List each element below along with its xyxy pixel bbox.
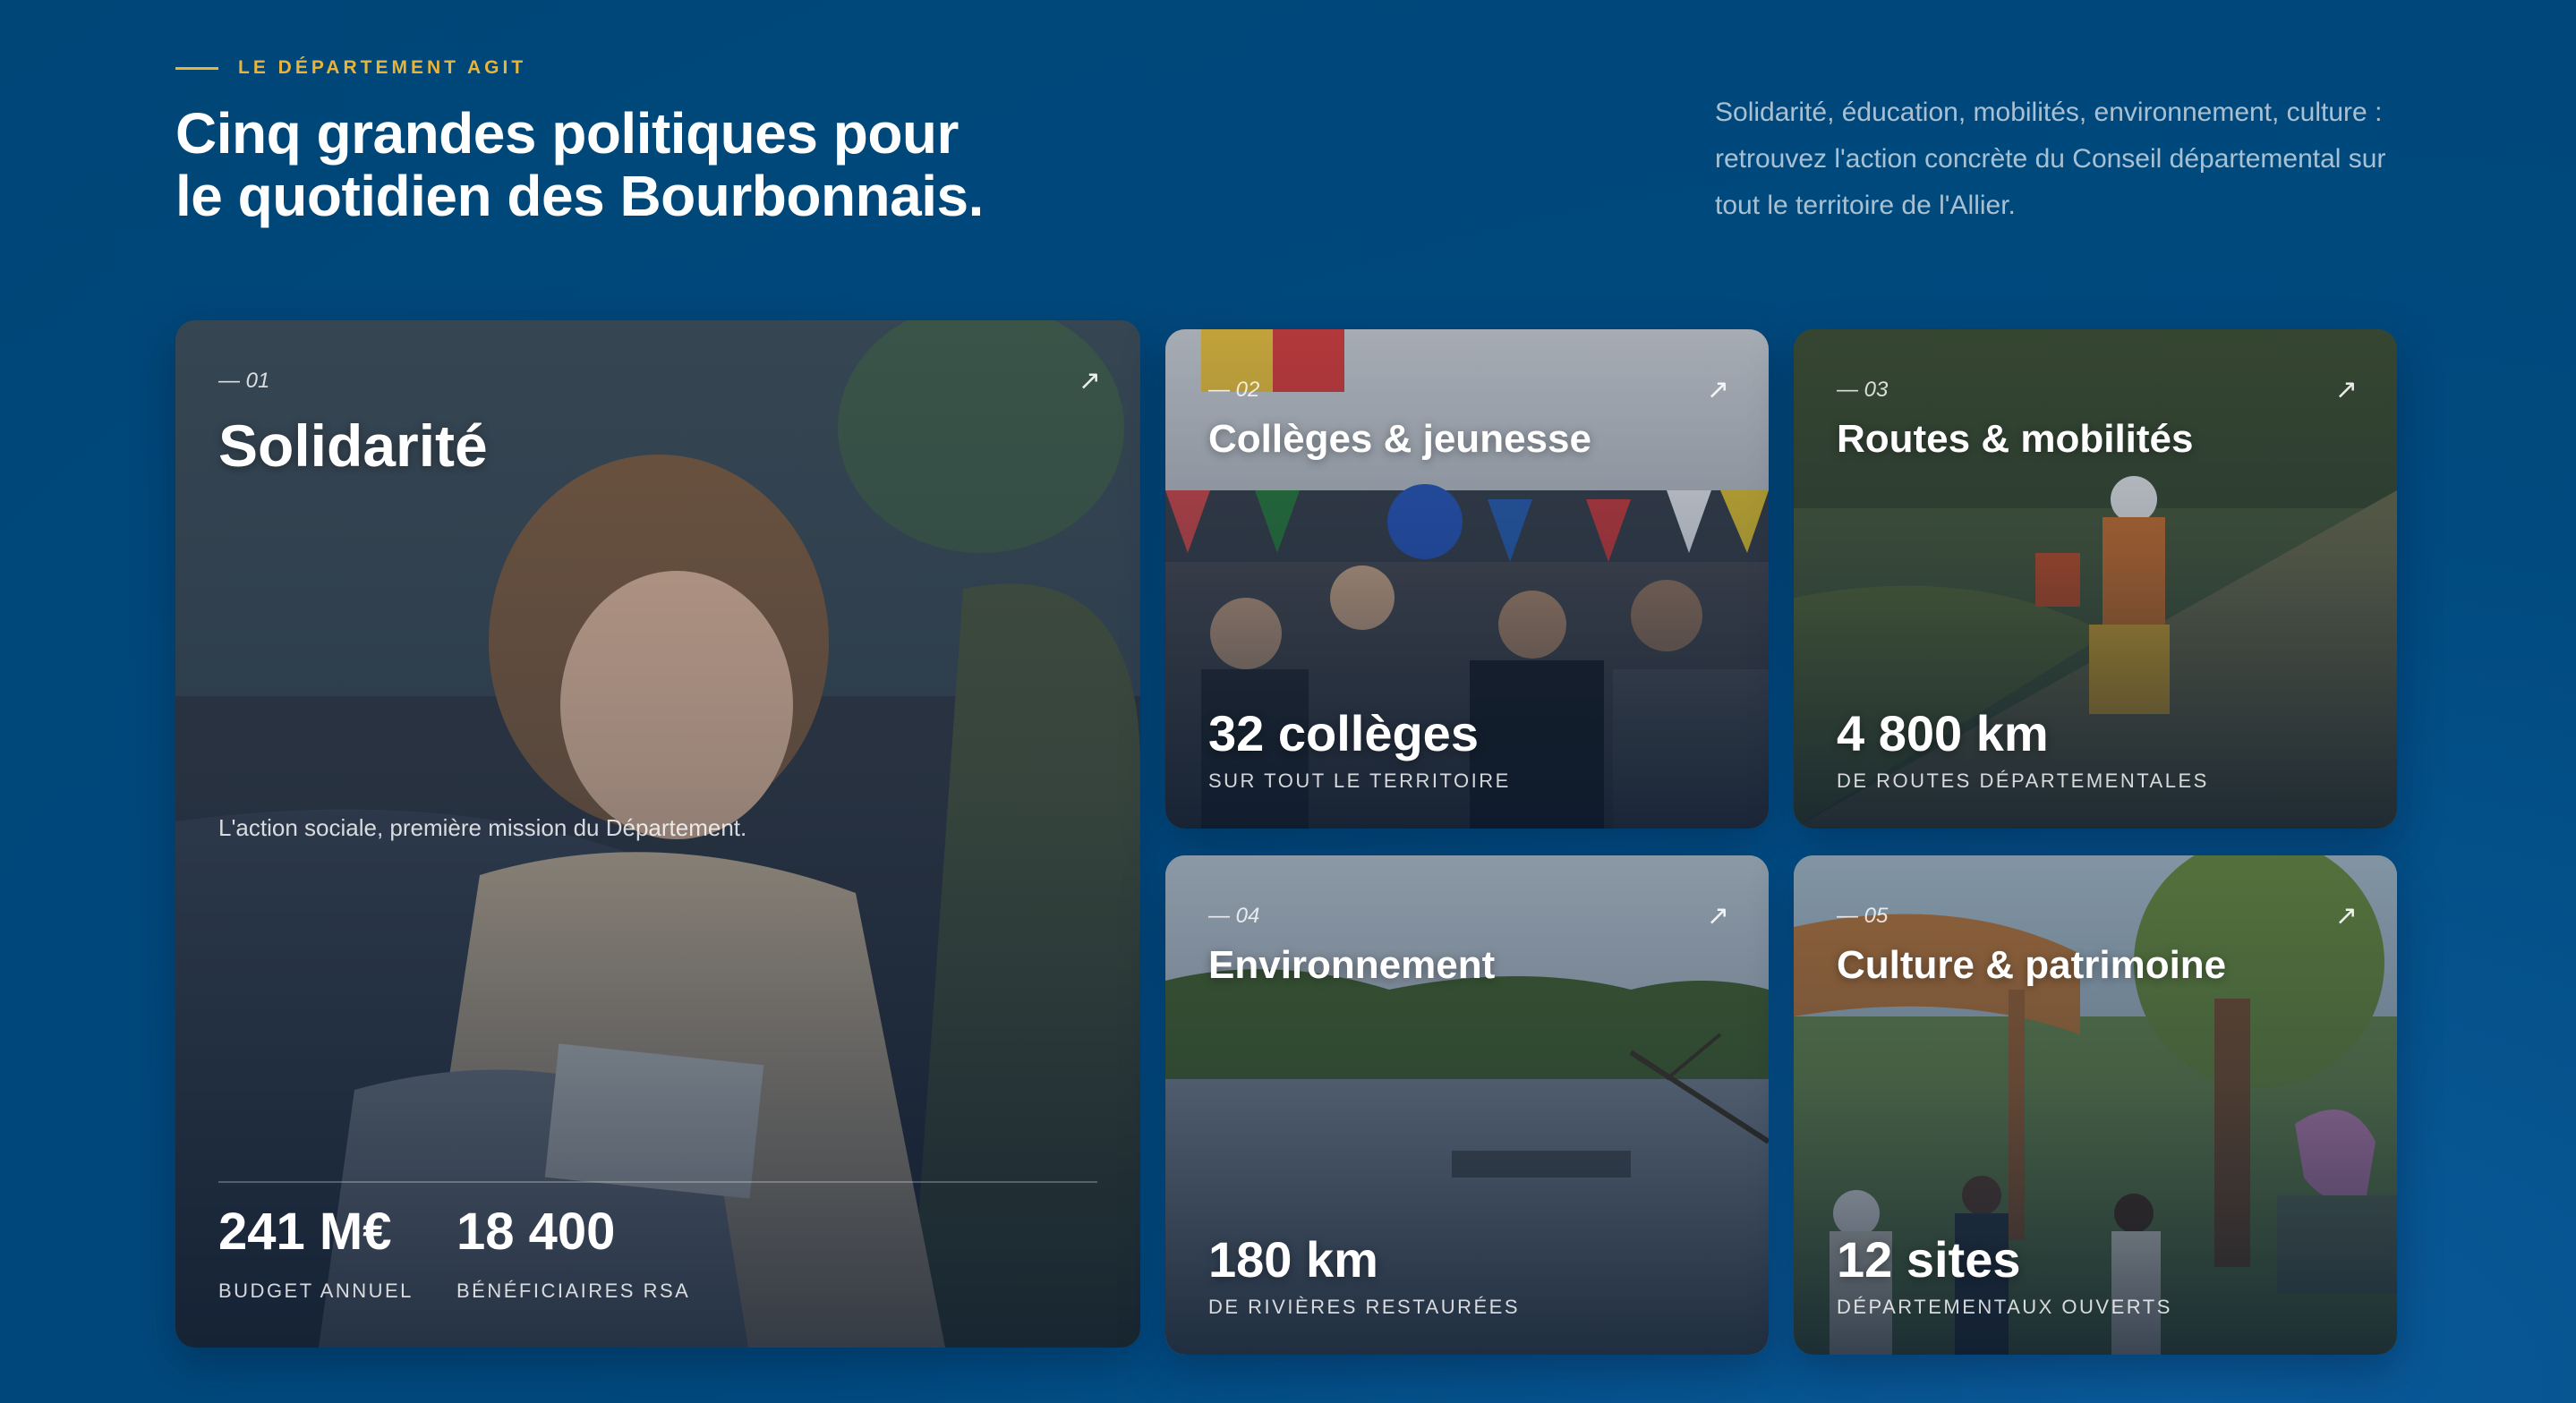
card-colleges[interactable]: — 02 ↗ Collèges & jeunesse 32 collèges S… (1165, 329, 1769, 829)
title-line-2: le quotidien des Bourbonnais. (175, 164, 984, 228)
eyebrow-dash (175, 66, 218, 70)
arrow-up-right-icon[interactable]: ↗ (2335, 900, 2358, 931)
stat-label: DE ROUTES DÉPARTEMENTALES (1837, 770, 2209, 792)
stat-value: 4 800 km (1837, 705, 2049, 761)
card-number: — 02 (1208, 378, 1260, 402)
arrow-up-right-icon[interactable]: ↗ (1707, 374, 1729, 405)
card-title: Environnement (1208, 943, 1496, 987)
card-title: Collèges & jeunesse (1208, 417, 1591, 461)
stat-label: DÉPARTEMENTAUX OUVERTS (1837, 1296, 2172, 1318)
card-number: — 05 (1837, 904, 1889, 928)
card-routes[interactable]: — 03 ↗ Routes & mobilités 4 800 km DE RO… (1794, 329, 2397, 829)
stat-budget: 241 M€ BUDGET ANNUEL (218, 1202, 414, 1303)
card-title: Culture & patrimoine (1837, 943, 2227, 987)
page-title: Cinq grandes politiques pour le quotidie… (175, 102, 1070, 227)
eyebrow-label: LE DÉPARTEMENT AGIT (238, 57, 527, 78)
card-solidarite[interactable]: — 01 ↗ Solidarité L'action sociale, prem… (175, 320, 1140, 1348)
card-culture[interactable]: — 05 ↗ Culture & patrimoine 12 sites DÉP… (1794, 855, 2397, 1355)
arrow-up-right-icon[interactable]: ↗ (1079, 365, 1101, 396)
card-number: — 03 (1837, 378, 1889, 402)
stat-label: BUDGET ANNUEL (218, 1280, 414, 1302)
stat-value: 32 collèges (1208, 705, 1479, 761)
divider (218, 1181, 1097, 1183)
title-line-1: Cinq grandes politiques pour (175, 101, 959, 166)
card-title: Solidarité (218, 412, 488, 479)
arrow-up-right-icon[interactable]: ↗ (2335, 374, 2358, 405)
stat-value: 12 sites (1837, 1231, 2021, 1288)
card-environnement[interactable]: — 04 ↗ Environnement 180 km DE RIVIÈRES … (1165, 855, 1769, 1355)
arrow-up-right-icon[interactable]: ↗ (1707, 900, 1729, 931)
stat-label: SUR TOUT LE TERRITOIRE (1208, 770, 1511, 792)
stat-value: 18 400 (456, 1203, 616, 1261)
section-eyebrow: LE DÉPARTEMENT AGIT (175, 57, 526, 79)
card-subtitle: L'action sociale, première mission du Dé… (218, 814, 747, 841)
stat-value: 241 M€ (218, 1203, 392, 1261)
card-number: — 04 (1208, 904, 1260, 928)
stat-label: BÉNÉFICIAIRES RSA (456, 1280, 691, 1302)
card-number: — 01 (218, 369, 270, 393)
intro-text: Solidarité, éducation, mobilités, enviro… (1715, 98, 2386, 220)
stat-value: 180 km (1208, 1231, 1378, 1288)
stat-label: DE RIVIÈRES RESTAURÉES (1208, 1296, 1520, 1318)
card-title: Routes & mobilités (1837, 417, 2194, 461)
stat-beneficiaires: 18 400 BÉNÉFICIAIRES RSA (456, 1202, 690, 1303)
